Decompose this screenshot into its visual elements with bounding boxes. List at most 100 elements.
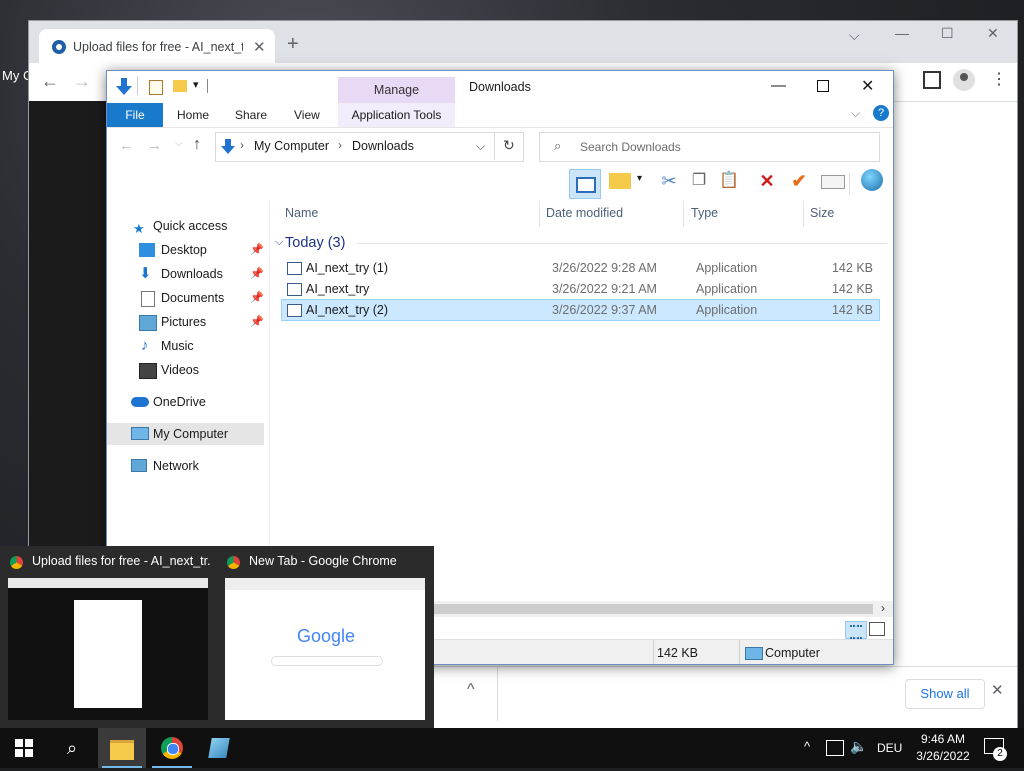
folder-options-icon[interactable] <box>609 173 631 189</box>
column-header-type[interactable]: Type <box>691 206 718 220</box>
tab-search-icon[interactable]: ⌵ <box>849 27 860 44</box>
new-tab-button[interactable]: + <box>287 33 299 56</box>
forward-arrow-icon[interactable]: → <box>73 71 91 92</box>
delete-icon[interactable]: ✕ <box>755 169 779 193</box>
column-header-name[interactable]: Name <box>285 206 318 220</box>
tab-close-icon[interactable]: ✕ <box>253 38 266 56</box>
details-view-button[interactable] <box>845 621 867 639</box>
maximize-button[interactable] <box>817 80 829 92</box>
tab-home[interactable]: Home <box>177 108 209 122</box>
tab-application-tools[interactable]: Application Tools <box>338 103 455 127</box>
show-all-button[interactable]: Show all <box>905 679 985 709</box>
downloads-arrow-icon[interactable] <box>115 77 133 97</box>
preview-pane-button[interactable] <box>569 169 601 199</box>
nav-pictures[interactable]: Pictures 📌 <box>107 311 264 333</box>
new-folder-icon[interactable] <box>173 80 187 92</box>
maximize-button[interactable]: ☐ <box>941 25 954 42</box>
preview-title-upload[interactable]: Upload files for free - AI_next_tr... <box>32 554 210 568</box>
column-header-date[interactable]: Date modified <box>546 206 623 220</box>
language-indicator[interactable]: DEU <box>877 741 902 755</box>
nav-label: Pictures <box>161 315 207 329</box>
taskbar-app-3[interactable] <box>196 728 244 768</box>
copy-icon[interactable]: ❐ <box>687 169 711 193</box>
nav-my-computer[interactable]: My Computer <box>107 423 264 445</box>
scroll-right-icon[interactable]: › <box>881 601 885 615</box>
file-row[interactable]: AI_next_try (1) 3/26/2022 9:28 AM Applic… <box>282 258 879 278</box>
nav-documents[interactable]: Documents 📌 <box>107 287 264 309</box>
pin-icon[interactable]: 📌 <box>250 239 264 261</box>
column-divider[interactable] <box>803 201 804 227</box>
nav-quick-access[interactable]: ★ Quick access <box>107 215 264 237</box>
tab-file[interactable]: File <box>107 103 163 127</box>
expand-ribbon-icon[interactable]: ⌵ <box>851 106 860 121</box>
collapse-group-icon[interactable]: ⌵ <box>275 236 283 249</box>
preview-thumbnail-new-tab[interactable]: Google <box>225 578 425 720</box>
preview-thumbnail-upload[interactable] <box>8 578 208 720</box>
group-header-today[interactable]: Today (3) <box>285 235 345 251</box>
back-arrow-icon[interactable]: ← <box>119 137 134 154</box>
nav-downloads[interactable]: ⬇ Downloads 📌 <box>107 263 264 285</box>
large-icons-view-button[interactable] <box>869 622 885 636</box>
globe-icon[interactable] <box>861 169 883 191</box>
taskbar-file-explorer[interactable] <box>98 728 146 768</box>
search-icon[interactable]: ⌕ <box>48 728 96 768</box>
column-divider[interactable] <box>539 201 540 227</box>
forward-arrow-icon[interactable]: → <box>147 137 162 154</box>
close-window-button[interactable]: ✕ <box>987 25 999 42</box>
tab-manage[interactable]: Manage <box>338 77 455 103</box>
start-button[interactable] <box>0 728 48 768</box>
file-row-selected[interactable]: AI_next_try (2) 3/26/2022 9:37 AM Applic… <box>281 299 880 321</box>
pin-icon[interactable]: 📌 <box>250 311 264 333</box>
menu-dots-icon[interactable]: ⋮ <box>991 69 1007 89</box>
properties-icon[interactable] <box>149 80 163 95</box>
column-header-size[interactable]: Size <box>810 206 834 220</box>
refresh-button[interactable]: ↻ <box>494 132 523 160</box>
close-button[interactable]: ✕ <box>861 76 874 96</box>
breadcrumb-my-computer[interactable]: My Computer <box>254 139 329 153</box>
up-arrow-icon[interactable]: ↑ <box>193 136 201 154</box>
address-dropdown-icon[interactable]: ⌵ <box>476 139 485 154</box>
star-icon: ★ <box>133 221 145 236</box>
close-downloads-icon[interactable]: ✕ <box>991 681 1004 699</box>
network-icon[interactable] <box>826 740 844 756</box>
pin-icon[interactable]: 📌 <box>250 263 264 285</box>
file-row[interactable]: AI_next_try 3/26/2022 9:21 AM Applicatio… <box>282 279 879 299</box>
divider <box>653 640 654 664</box>
nav-onedrive[interactable]: OneDrive <box>107 391 264 413</box>
help-icon[interactable]: ? <box>873 105 889 121</box>
show-hidden-icons-icon[interactable]: ^ <box>804 739 810 754</box>
nav-label: Documents <box>161 291 225 305</box>
checkmark-icon[interactable]: ✔ <box>787 169 811 193</box>
profile-avatar[interactable] <box>953 69 975 91</box>
nav-videos[interactable]: Videos <box>107 359 264 381</box>
address-bar[interactable]: › My Computer › Downloads ⌵ <box>215 132 524 162</box>
search-input[interactable]: Search Downloads <box>580 140 681 154</box>
search-box[interactable]: ⌕ Search Downloads <box>539 132 880 162</box>
cut-icon[interactable]: ✂ <box>657 169 681 193</box>
preview-title-new-tab[interactable]: New Tab - Google Chrome <box>249 554 427 568</box>
side-panel-icon[interactable] <box>923 71 941 89</box>
chevron-up-icon[interactable]: ^ <box>467 681 475 699</box>
tab-share[interactable]: Share <box>235 108 267 122</box>
minimize-button[interactable]: — <box>771 77 786 94</box>
clock-date[interactable]: 3/26/2022 <box>912 749 974 763</box>
column-divider[interactable] <box>683 201 684 227</box>
rename-icon[interactable] <box>821 175 845 189</box>
recent-locations-icon[interactable]: ⌵ <box>175 138 183 149</box>
breadcrumb-separator-icon: › <box>240 138 244 152</box>
paste-icon[interactable]: 📋 <box>717 169 741 193</box>
taskbar-chrome[interactable] <box>148 728 196 768</box>
nav-music[interactable]: ♪ Music <box>107 335 264 357</box>
tab-view[interactable]: View <box>294 108 320 122</box>
customize-dropdown-icon[interactable]: ▾ <box>193 78 199 91</box>
nav-desktop[interactable]: Desktop 📌 <box>107 239 264 261</box>
pin-icon[interactable]: 📌 <box>250 287 264 309</box>
details-view-icon <box>850 625 862 639</box>
folder-dropdown-icon[interactable]: ▾ <box>637 173 642 184</box>
nav-network[interactable]: Network <box>107 455 264 477</box>
clock-time[interactable]: 9:46 AM <box>916 732 970 746</box>
back-arrow-icon[interactable]: ← <box>41 71 59 92</box>
minimize-button[interactable]: — <box>895 25 909 41</box>
breadcrumb-downloads[interactable]: Downloads <box>352 139 414 153</box>
volume-icon[interactable]: 🔈 <box>850 738 867 755</box>
